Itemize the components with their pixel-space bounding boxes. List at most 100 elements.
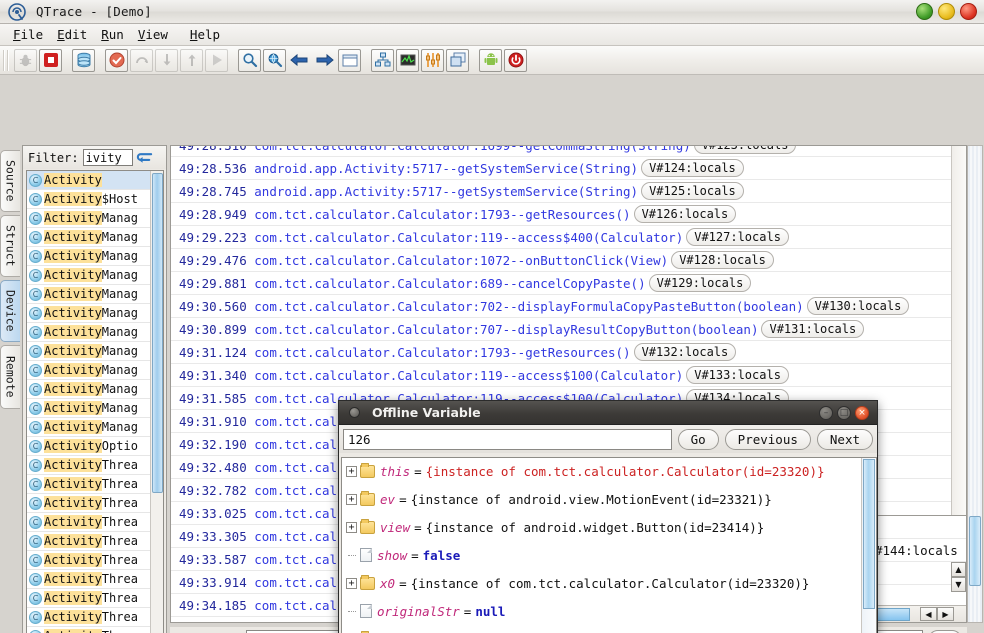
zoom-globe-search-icon[interactable] xyxy=(263,48,286,72)
class-list-item[interactable]: C ActivityManag xyxy=(27,228,163,247)
class-list-item[interactable]: C ActivityManag xyxy=(27,380,163,399)
menu-run[interactable]: Run xyxy=(94,25,131,44)
trace-log-row[interactable]: 49:28.949 com.tct.calculator.Calculator:… xyxy=(171,203,966,226)
trace-log-row[interactable]: 49:30.560 com.tct.calculator.Calculator:… xyxy=(171,295,966,318)
check-circle-icon[interactable] xyxy=(105,48,128,72)
variable-tree-scroll-thumb[interactable] xyxy=(863,459,875,609)
trace-log-locals-tag[interactable]: V#133:locals xyxy=(686,366,789,384)
hierarchy-tree-icon[interactable] xyxy=(371,48,394,72)
class-list-item[interactable]: CActivityThrea xyxy=(27,608,163,627)
trace-log-row[interactable]: 49:30.899 com.tct.calculator.Calculator:… xyxy=(171,318,966,341)
class-list-item[interactable]: C Activity xyxy=(27,171,163,190)
trace-log-row[interactable]: 49:31.340 com.tct.calculator.Calculator:… xyxy=(171,364,966,387)
trace-log-row[interactable]: 49:29.881 com.tct.calculator.Calculator:… xyxy=(171,272,966,295)
run-play-icon[interactable] xyxy=(205,48,228,72)
step-over-icon[interactable] xyxy=(130,48,153,72)
class-list-item[interactable]: CActivityThrea xyxy=(27,570,163,589)
window-maximize-button[interactable] xyxy=(938,3,955,20)
sidebar-tab-struct[interactable]: Struct xyxy=(0,215,20,277)
class-list-item[interactable]: C ActivityManag xyxy=(27,418,163,437)
debug-bug-icon[interactable] xyxy=(14,48,37,72)
locals-subpanel-hscroll-thumb[interactable] xyxy=(874,607,910,621)
variable-tree-row[interactable]: originalStr = null xyxy=(342,597,876,625)
class-list-item[interactable]: C ActivityManag xyxy=(27,209,163,228)
menu-edit[interactable]: Edit xyxy=(50,25,94,44)
minimize-icon[interactable]: – xyxy=(819,406,833,420)
trace-log-row[interactable]: 49:28.310 com.tct.calculator.Calculator:… xyxy=(171,146,966,157)
class-list-item[interactable]: C ActivityManag xyxy=(27,285,163,304)
dialog-titlebar[interactable]: Offline Variable – □ × xyxy=(339,401,877,425)
expand-toggle-icon[interactable]: + xyxy=(346,577,357,589)
class-list-item[interactable]: C ActivityManag xyxy=(27,266,163,285)
sidebar-tab-remote[interactable]: Remote xyxy=(0,345,20,409)
locals-subpanel-scroll-left[interactable]: ◀ xyxy=(920,607,937,621)
expand-toggle-icon[interactable]: + xyxy=(346,493,357,505)
locals-subpanel-hscroll[interactable]: ◀ ▶ xyxy=(873,605,966,622)
class-list-item[interactable]: C Activity$Host xyxy=(27,190,163,209)
step-into-icon[interactable] xyxy=(155,48,178,72)
variable-tree-row[interactable]: +x1={instance of com.tct.calculator.Calc… xyxy=(342,625,876,633)
screens-icon[interactable] xyxy=(446,48,469,72)
locals-subpanel-scroll-up[interactable]: ▲ xyxy=(951,562,966,577)
class-list-item[interactable]: C ActivityManag xyxy=(27,304,163,323)
trace-log-locals-tag[interactable]: V#126:locals xyxy=(633,205,737,223)
database-icon[interactable] xyxy=(72,48,95,72)
variable-tree-row[interactable]: + ev = {instance of android.view.MotionEven… xyxy=(342,485,876,513)
sidebar-tab-source[interactable]: Source xyxy=(0,150,20,212)
main-vertical-scroll-thumb[interactable] xyxy=(969,516,981,586)
trace-log-locals-tag[interactable]: V#124:locals xyxy=(641,159,744,177)
class-list-scroll-thumb[interactable] xyxy=(152,173,163,493)
variable-tree-row[interactable]: + view = {instance of android.widget.Button… xyxy=(342,513,876,541)
go-button[interactable]: Go xyxy=(677,428,719,450)
toolbar-grip[interactable] xyxy=(3,49,10,71)
trace-log-locals-tag[interactable]: V#125:locals xyxy=(641,182,744,200)
expand-toggle-icon[interactable]: + xyxy=(346,465,357,477)
trace-log-row[interactable]: 49:28.536 android.app.Activity:5717--get… xyxy=(171,157,966,180)
step-out-icon[interactable] xyxy=(180,48,203,72)
refresh-arrow-icon[interactable] xyxy=(133,148,157,167)
class-list-scrollbar[interactable]: ▲ ▼ xyxy=(150,171,163,633)
locals-subpanel[interactable]: #144:locals ▲ ▼ ◀ ▶ xyxy=(872,515,967,623)
variable-tree-row[interactable]: show = false xyxy=(342,541,876,569)
sidebar-tab-device[interactable]: Device xyxy=(0,280,20,342)
class-list-item[interactable]: CActivityThrea xyxy=(27,589,163,608)
class-list-item[interactable]: C ActivityManag xyxy=(27,361,163,380)
locals-subpanel-vscroll[interactable]: ▲ ▼ xyxy=(951,562,966,592)
android-robot-icon[interactable] xyxy=(479,48,502,72)
class-list[interactable]: C Activity C Activity$Host C ActivityManag C Ac… xyxy=(26,170,164,633)
expand-toggle-icon[interactable]: + xyxy=(346,521,357,533)
trace-log-locals-tag[interactable]: V#132:locals xyxy=(633,343,737,361)
class-list-item[interactable]: CActivityThrea xyxy=(27,532,163,551)
trace-log-locals-tag[interactable]: V#130:locals xyxy=(806,297,910,315)
maximize-icon[interactable]: □ xyxy=(837,406,851,420)
window-icon[interactable] xyxy=(338,48,361,72)
monitor-graph-icon[interactable] xyxy=(396,48,419,72)
trace-log-locals-tag[interactable]: V#128:locals xyxy=(671,251,774,269)
menu-view[interactable]: View xyxy=(131,25,175,44)
arrow-back-icon[interactable] xyxy=(288,49,311,72)
record-stop-icon[interactable] xyxy=(39,48,62,72)
class-list-item[interactable]: C ActivityManag xyxy=(27,247,163,266)
zoom-search-icon[interactable] xyxy=(238,48,261,72)
trace-log-row[interactable]: 49:29.476 com.tct.calculator.Calculator:… xyxy=(171,249,966,272)
previous-button[interactable]: Previous xyxy=(724,428,811,450)
variable-search-input[interactable] xyxy=(343,428,672,450)
class-list-item[interactable]: CActivityThrea xyxy=(27,456,163,475)
class-list-item[interactable]: CActivityThrea xyxy=(27,494,163,513)
class-list-item[interactable]: C ActivityManag xyxy=(27,399,163,418)
close-icon[interactable]: × xyxy=(855,406,869,420)
next-button[interactable]: Next xyxy=(816,428,873,450)
menu-help[interactable]: Help xyxy=(183,25,227,44)
main-vertical-scrollbar[interactable] xyxy=(967,145,983,623)
locals-subpanel-scroll-right[interactable]: ▶ xyxy=(937,607,954,621)
variable-tree-row[interactable]: + x0 = {instance of com.tct.calculator.Calc… xyxy=(342,569,876,597)
trace-log-locals-tag[interactable]: V#123:locals xyxy=(693,146,797,154)
class-list-item[interactable]: CActivityThrea xyxy=(27,627,163,633)
variable-tree-row[interactable]: + this = {instance of com.tct.calculator.Ca… xyxy=(342,458,876,485)
class-list-item[interactable]: CActivityThrea xyxy=(27,475,163,494)
menu-file[interactable]: File xyxy=(6,25,50,44)
thread-timeline-icon[interactable] xyxy=(421,48,444,72)
variable-tree[interactable]: + this = {instance of com.tct.calculator.Ca… xyxy=(341,457,877,633)
window-close-button[interactable] xyxy=(960,3,977,20)
window-menu-dot-icon[interactable] xyxy=(349,407,360,418)
